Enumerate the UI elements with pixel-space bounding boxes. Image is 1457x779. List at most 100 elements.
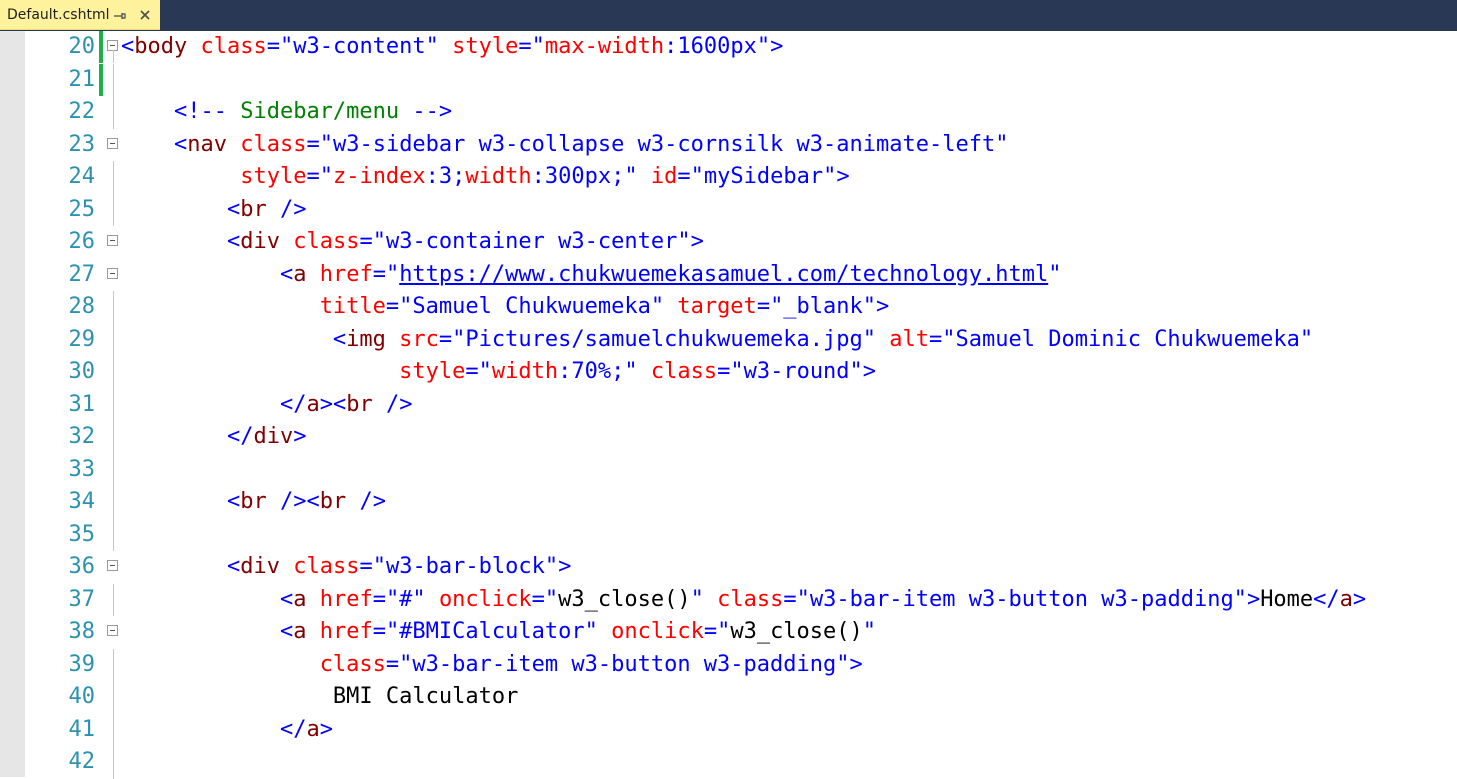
code-hyperlink[interactable]: https://www.chukwuemekasamuel.com/techno… [399, 262, 1048, 287]
code-line[interactable]: 28 title="Samuel Chukwuemeka" target="_b… [0, 291, 1457, 324]
code-line[interactable]: 39 class="w3-bar-item w3-button w3-paddi… [0, 648, 1457, 681]
line-number: 21 [68, 66, 96, 92]
pin-icon[interactable] [113, 8, 127, 22]
code-line[interactable]: 31 </a><br /> [0, 388, 1457, 421]
collapse-icon[interactable] [107, 560, 118, 571]
code-token: BMI Calculator [121, 684, 519, 709]
code-token: id [650, 164, 678, 189]
code-line[interactable]: 36 <div class="w3-bar-block"> [0, 551, 1457, 583]
code-line[interactable]: 21 [0, 63, 1457, 96]
code-line[interactable]: 41 </a> [0, 713, 1457, 746]
code-token: < [279, 261, 294, 287]
code-token: </ [279, 716, 307, 742]
code-line[interactable]: 40 BMI Calculator [0, 681, 1457, 714]
code-text: title="Samuel Chukwuemeka" target="_blan… [121, 291, 890, 323]
code-token: " [1048, 261, 1062, 287]
code-line[interactable]: 22 <!-- Sidebar/menu --> [0, 96, 1457, 129]
code-token: class [240, 131, 307, 157]
outline-guide [113, 356, 114, 389]
code-token: body [134, 34, 188, 59]
code-token: width [491, 359, 559, 384]
code-line[interactable]: 27 <a href="https://www.chukwuemekasamue… [0, 259, 1457, 291]
code-line[interactable]: 25 <br /> [0, 193, 1457, 226]
code-text: <body class="w3-content" style="max-widt… [121, 31, 783, 63]
code-token: a [1339, 586, 1353, 612]
code-token: " [717, 619, 731, 644]
code-token: = [266, 34, 280, 59]
code-token: br [240, 196, 267, 222]
code-token: : [664, 34, 678, 59]
collapse-icon[interactable] [107, 625, 118, 636]
code-line[interactable]: 23 <nav class="w3-sidebar w3-collapse w3… [0, 129, 1457, 161]
code-token: = [359, 229, 373, 254]
code-token: > [690, 229, 704, 254]
code-token: />< [279, 489, 320, 514]
code-token: div [240, 229, 280, 254]
code-token: > [836, 164, 850, 189]
outline-guide [113, 681, 114, 714]
code-line[interactable]: 29 <img src="Pictures/samuelchukwuemeka.… [0, 323, 1457, 356]
code-token: "#BMICalculator" [385, 619, 598, 644]
line-number: 31 [68, 391, 96, 417]
code-text: class="w3-bar-item w3-button w3-padding"… [121, 649, 863, 681]
code-line[interactable]: 38 <a href="#BMICalculator" onclick="w3_… [0, 616, 1457, 648]
code-line[interactable]: 34 <br /><br /> [0, 486, 1457, 519]
code-token: title [319, 294, 386, 319]
code-line[interactable]: 35 [0, 518, 1457, 551]
code-line[interactable]: 42 [0, 746, 1457, 779]
code-token: > [558, 554, 572, 579]
code-token: href [319, 261, 373, 287]
code-token: < [121, 34, 135, 59]
code-token: nav [187, 131, 227, 157]
code-token: a [306, 716, 320, 742]
code-text: <br /><br /> [121, 486, 386, 518]
code-line[interactable]: 30 style="width:70%;" class="w3-round"> [0, 356, 1457, 389]
document-tab[interactable]: Default.cshtml [0, 0, 160, 30]
code-token: "Samuel Dominic Chukwuemeka" [942, 326, 1314, 352]
code-text: <div class="w3-container w3-center"> [121, 226, 704, 258]
code-token: max-width [544, 34, 665, 59]
code-line[interactable]: 20 <body class="w3-content" style="max-wi… [0, 31, 1457, 63]
outline-guide [113, 518, 114, 551]
code-line[interactable]: 33 [0, 453, 1457, 486]
code-line[interactable]: 24 style="z-index:3;width:300px;" id="my… [0, 161, 1457, 194]
code-line[interactable]: 26 <div class="w3-container w3-center"> [0, 226, 1457, 258]
code-editor[interactable]: 20 <body class="w3-content" style="max-wi… [0, 31, 1457, 779]
code-token: "Pictures/samuelchukwuemeka.jpg" [452, 326, 877, 352]
code-token: w3_close() [558, 586, 691, 612]
code-token: < [226, 229, 241, 254]
code-token: "mySidebar" [690, 164, 837, 189]
code-token: = [306, 131, 320, 157]
code-token: = [531, 586, 545, 612]
line-number: 39 [68, 651, 96, 677]
code-token: Home [1260, 586, 1314, 612]
code-token: div [253, 424, 294, 449]
code-token: class [717, 586, 784, 612]
collapse-icon[interactable] [107, 267, 118, 279]
code-line[interactable]: 37 <a href="#" onclick="w3_close()" clas… [0, 583, 1457, 616]
code-token: "#" [385, 586, 426, 612]
code-token: >< [319, 391, 347, 417]
code-line[interactable]: 32 </div> [0, 421, 1457, 454]
collapse-icon[interactable] [107, 235, 118, 246]
close-icon[interactable] [137, 7, 153, 23]
code-token: = [359, 554, 373, 579]
outline-guide [113, 193, 114, 226]
collapse-icon[interactable] [107, 137, 118, 149]
line-number: 20 [68, 34, 96, 59]
code-token: w3_close() [730, 619, 863, 644]
outline-guide [113, 421, 114, 454]
code-token: > [849, 651, 863, 677]
